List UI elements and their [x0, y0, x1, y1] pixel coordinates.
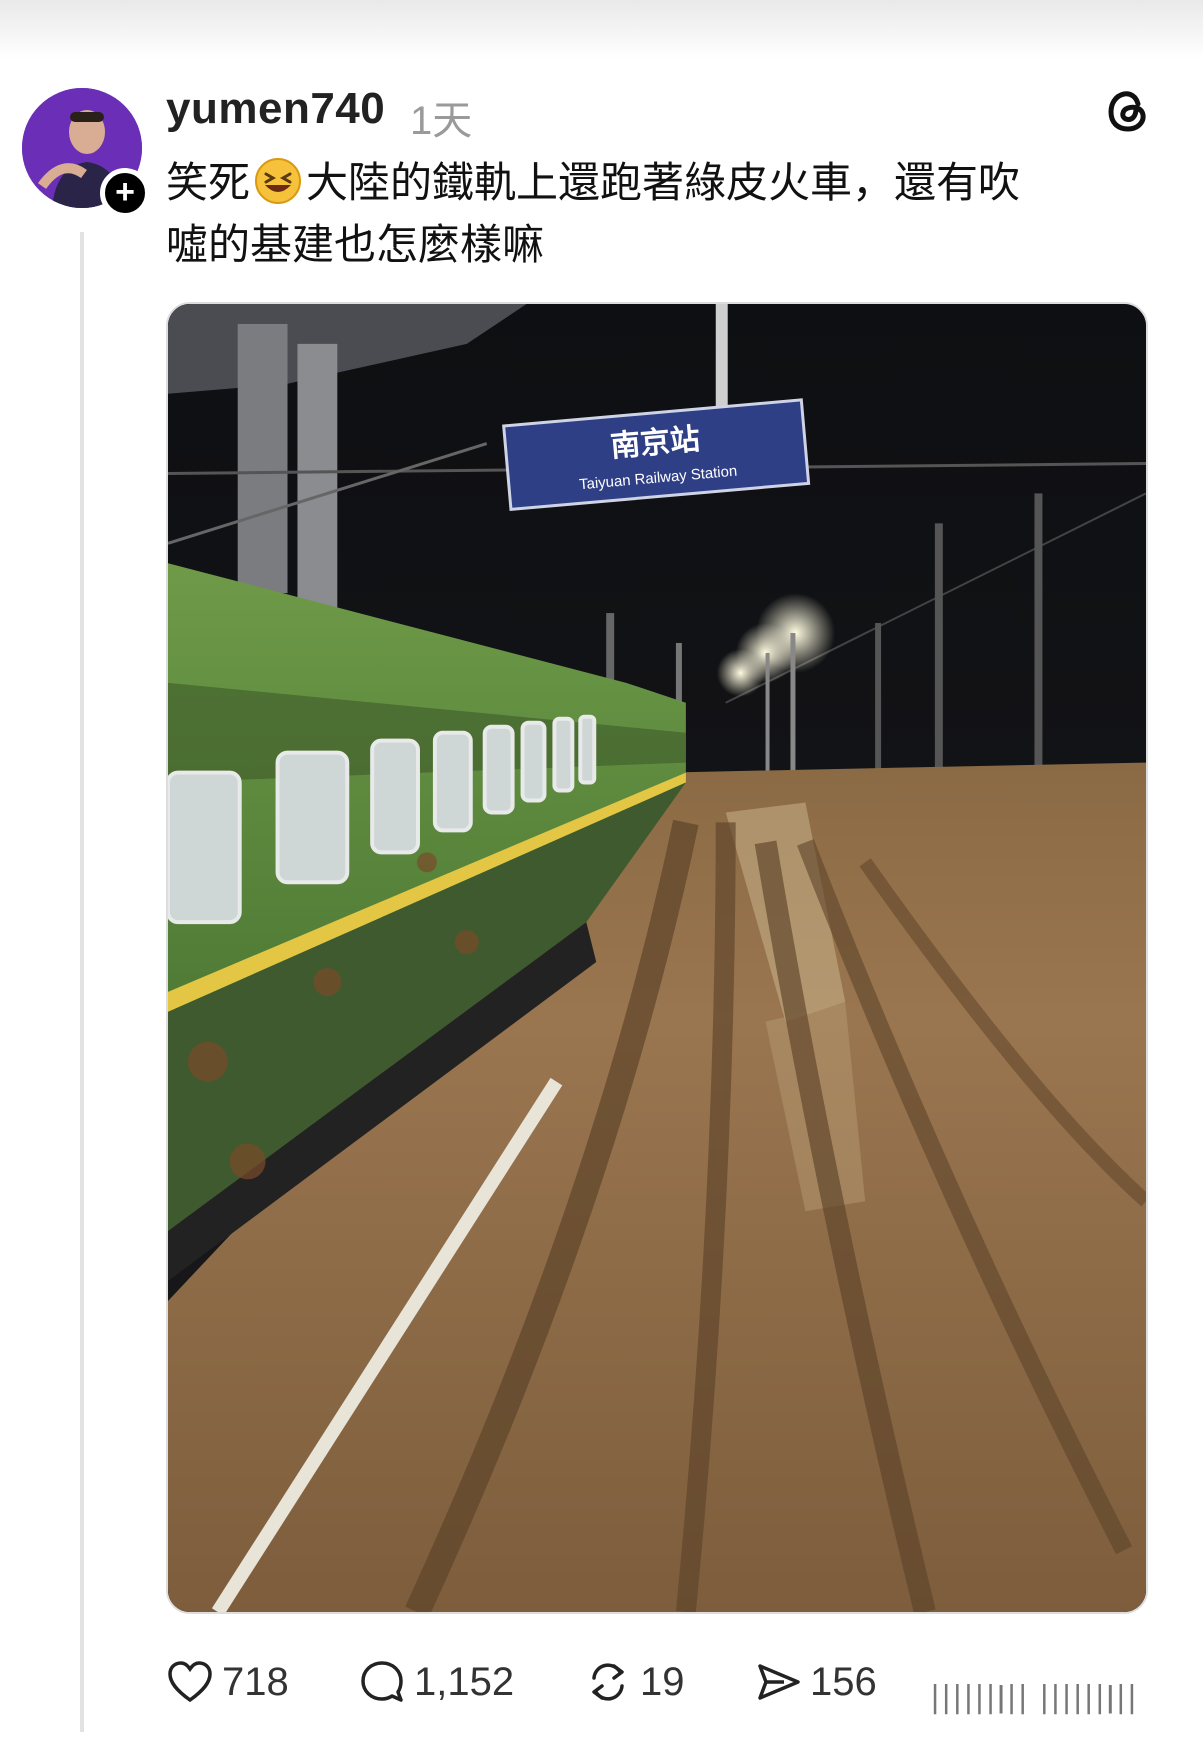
threads-logo-icon[interactable]	[1103, 86, 1153, 136]
laughing-face-emoji-icon	[255, 158, 302, 204]
share-button[interactable]: 156	[754, 1652, 877, 1712]
post-text-line-2: 噓的基建也怎麼樣嘛	[166, 220, 545, 269]
comment-button[interactable]: 1,152	[358, 1652, 514, 1712]
watermark-glyphs: ||||||ǀ|| ||||||ǀ||	[930, 1680, 1138, 1715]
post-text-part-2: 大陸的鐵軌上還跑著綠皮火車，還有吹	[306, 158, 1021, 207]
follow-plus-icon[interactable]: +	[100, 168, 150, 218]
repost-count: 19	[640, 1659, 685, 1704]
comment-bubble-icon	[361, 1661, 403, 1702]
comment-count: 1,152	[414, 1659, 515, 1704]
send-icon	[758, 1664, 800, 1700]
repost-button[interactable]: 19	[584, 1652, 685, 1712]
share-count: 156	[810, 1659, 877, 1704]
post-time: 1天	[410, 99, 473, 143]
username[interactable]: yumen740	[166, 84, 385, 134]
repost-icon	[592, 1663, 624, 1701]
post-text-line-1: 笑死 大陸的鐵軌上還跑著綠皮火車，還有吹	[166, 152, 1146, 214]
post-text-part-1: 笑死	[166, 158, 251, 207]
like-button[interactable]: 718	[166, 1652, 289, 1712]
like-count: 718	[222, 1659, 289, 1704]
post-photo[interactable]: 南京站 Taiyuan Railway Station	[166, 302, 1148, 1614]
heart-icon	[168, 1661, 212, 1703]
post-text: 笑死 大陸的鐵軌上還跑著綠皮火車，還有吹 噓的基建也怎麼樣嘛	[166, 152, 1146, 276]
top-fade	[0, 0, 1203, 60]
thread-line	[80, 232, 84, 1732]
